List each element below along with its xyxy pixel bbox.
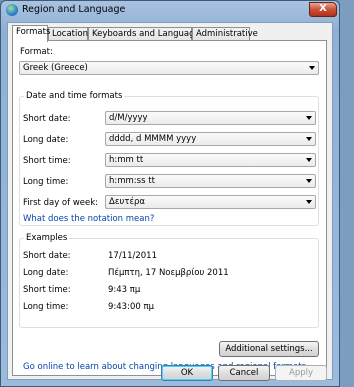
example-long-time-label: Long time: [23, 302, 69, 312]
chevron-down-icon [306, 137, 312, 141]
long-time-label: Long time: [23, 177, 69, 187]
example-long-time-value: 9:43:00 πμ [108, 302, 154, 312]
additional-settings-button[interactable]: Additional settings... [219, 341, 319, 357]
formats-panel: Format: Greek (Greece) Date and time for… [12, 40, 327, 376]
globe-icon [6, 4, 18, 16]
short-date-label: Short date: [23, 114, 71, 124]
date-time-group-title: Date and time formats [24, 91, 125, 101]
tab-keyboards-languages[interactable]: Keyboards and Languages [88, 27, 204, 41]
notation-help-link[interactable]: What does the notation mean? [23, 214, 154, 224]
short-time-dropdown[interactable]: h:mm tt [105, 153, 316, 167]
title-bar[interactable]: Region and Language X [1, 1, 339, 19]
window-title: Region and Language [22, 4, 126, 15]
example-short-time-label: Short time: [23, 285, 71, 295]
tab-formats[interactable]: Formats [12, 25, 50, 42]
chevron-down-icon [306, 200, 312, 204]
short-time-label: Short time: [23, 156, 71, 166]
first-day-label: First day of week: [23, 198, 99, 208]
chevron-down-icon [306, 179, 312, 183]
examples-group-title: Examples [24, 233, 70, 243]
format-value: Greek (Greece) [23, 63, 88, 73]
chevron-down-icon [306, 116, 312, 120]
long-date-dropdown[interactable]: dddd, d MMMM yyyy [105, 132, 316, 146]
format-dropdown[interactable]: Greek (Greece) [19, 61, 319, 75]
example-long-date-label: Long date: [23, 268, 69, 278]
long-date-value: dddd, d MMMM yyyy [109, 134, 197, 144]
dialog-client-area: Formats Location Keyboards and Languages… [7, 22, 333, 380]
example-short-date-label: Short date: [23, 251, 71, 261]
region-language-dialog: Region and Language X Formats Location K… [0, 0, 340, 387]
long-time-value: h:mm:ss tt [109, 176, 155, 186]
tab-administrative[interactable]: Administrative [192, 27, 258, 41]
example-short-time-value: 9:43 πμ [108, 285, 141, 295]
long-date-label: Long date: [23, 135, 69, 145]
chevron-down-icon [306, 158, 312, 162]
short-date-dropdown[interactable]: d/M/yyyy [105, 111, 316, 125]
example-short-date-value: 17/11/2011 [108, 251, 157, 261]
first-day-value: Δευτέρα [109, 197, 146, 207]
long-time-dropdown[interactable]: h:mm:ss tt [105, 174, 316, 188]
tab-location[interactable]: Location [48, 27, 88, 41]
background-strip [340, 0, 354, 387]
chevron-down-icon [309, 66, 315, 70]
short-time-value: h:mm tt [109, 155, 144, 165]
apply-button[interactable]: Apply [275, 365, 327, 381]
close-button[interactable]: X [309, 2, 337, 17]
first-day-dropdown[interactable]: Δευτέρα [105, 195, 316, 209]
ok-button[interactable]: OK [161, 365, 213, 381]
short-date-value: d/M/yyyy [109, 113, 148, 123]
example-long-date-value: Πέμπτη, 17 Νοεμβρίου 2011 [108, 268, 229, 278]
format-label: Format: [20, 47, 53, 57]
cancel-button[interactable]: Cancel [218, 365, 270, 381]
